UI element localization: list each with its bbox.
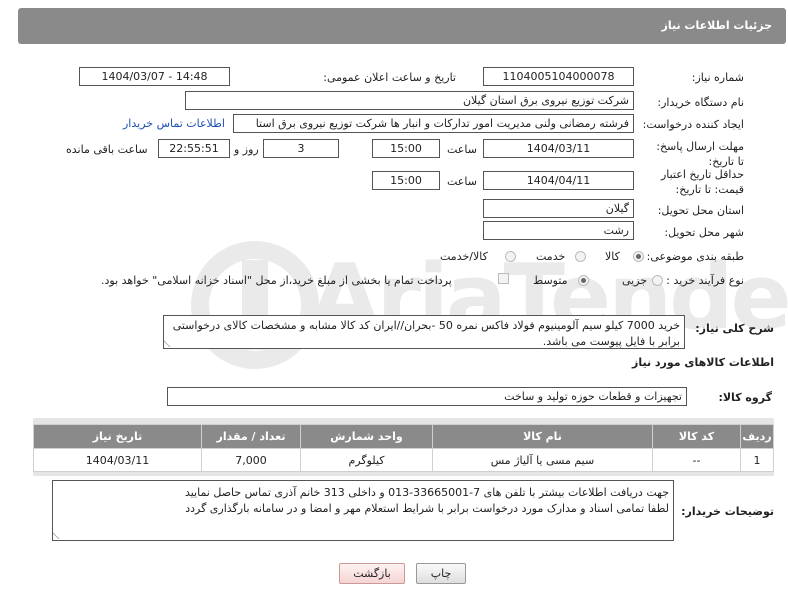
col-header-need-date: تاریخ نیاز	[33, 424, 202, 449]
remaining-time-field: 22:55:51	[158, 139, 230, 158]
need-number-field: 1104005104000078	[483, 67, 634, 86]
province-field: گیلان	[483, 199, 634, 218]
reply-time-field: 15:00	[372, 139, 440, 158]
buyer-notes-line-1: جهت دریافت اطلاعات بیشتر با تلفن های 7-3…	[184, 486, 669, 499]
city-label: شهر محل تحویل:	[664, 226, 744, 239]
goods-info-heading: اطلاعات کالاهای مورد نیاز	[632, 356, 774, 369]
category-goods-service-label: کالا/خدمت	[440, 250, 488, 263]
validity-time-field: 15:00	[372, 171, 440, 190]
validity-time-label: ساعت	[447, 175, 477, 188]
cell-goods-code: --	[652, 448, 741, 472]
treasury-payment-note: پرداخت تمام یا بخشی از مبلغ خرید،از محل …	[101, 274, 452, 287]
buyer-notes-textarea[interactable]: جهت دریافت اطلاعات بیشتر با تلفن های 7-3…	[52, 480, 674, 541]
process-medium-radio[interactable]	[578, 275, 589, 286]
category-goods-service-radio[interactable]	[505, 251, 516, 262]
validity-date-field: 1404/04/11	[483, 171, 634, 190]
cell-quantity: 7,000	[201, 448, 301, 472]
city-field: رشت	[483, 221, 634, 240]
process-medium-label: متوسط	[533, 274, 568, 287]
buyer-contact-link[interactable]: اطلاعات تماس خریدار	[123, 117, 225, 130]
print-button[interactable]: چاپ	[416, 563, 466, 584]
col-header-quantity: تعداد / مقدار	[201, 424, 301, 449]
cell-row-number: 1	[740, 448, 774, 472]
requester-field: فرشته رمضانی ولنی مدیریت امور تدارکات و …	[233, 114, 634, 133]
public-date-label: تاریخ و ساعت اعلان عمومی:	[323, 71, 456, 84]
watermark-logo-icon	[191, 241, 319, 369]
process-type-label: نوع فرآیند خرید :	[666, 274, 744, 287]
description-textarea[interactable]: خرید 7000 کیلو سیم آلومینیوم فولاد فاکس …	[163, 315, 685, 349]
back-button[interactable]: بازگشت	[339, 563, 405, 584]
days-remaining-field: 3	[263, 139, 339, 158]
cell-goods-name: سیم مسی یا آلیاژ مس	[432, 448, 653, 472]
need-number-label: شماره نیاز:	[691, 71, 744, 84]
page-header: جزئیات اطلاعات نیاز	[18, 8, 786, 44]
table-row[interactable]: 1 -- سیم مسی یا آلیاژ مس کیلوگرم 7,000 1…	[33, 448, 774, 472]
cell-unit: کیلوگرم	[300, 448, 433, 472]
day-and-label: روز و	[234, 143, 259, 156]
category-goods-label: کالا	[605, 250, 620, 263]
treasury-payment-checkbox[interactable]	[498, 273, 509, 284]
requester-label: ایجاد کننده درخواست:	[642, 118, 744, 131]
province-label: استان محل تحویل:	[657, 204, 744, 217]
col-header-unit: واحد شمارش	[300, 424, 433, 449]
items-table-header-row: ردیف کد کالا نام کالا واحد شمارش تعداد /…	[33, 424, 774, 449]
goods-group-label: گروه کالا:	[718, 391, 772, 404]
goods-group-field: تجهیزات و قطعات حوزه تولید و ساخت	[167, 387, 687, 406]
process-minor-radio[interactable]	[652, 275, 663, 286]
col-header-row-number: ردیف	[740, 424, 774, 449]
resize-grip-icon[interactable]	[53, 532, 66, 539]
description-line-1: خرید 7000 کیلو سیم آلومینیوم فولاد فاکس …	[172, 319, 680, 332]
reply-time-label: ساعت	[447, 143, 477, 156]
cell-need-date: 1404/03/11	[33, 448, 202, 472]
buyer-notes-line-2: لطفا تمامی اسناد و مدارک مورد درخواست بر…	[185, 502, 669, 515]
page-title: جزئیات اطلاعات نیاز	[661, 19, 773, 32]
buyer-org-label: نام دستگاه خریدار:	[657, 96, 744, 109]
col-header-goods-name: نام کالا	[432, 424, 653, 449]
process-minor-label: جزیی	[622, 274, 648, 287]
buyer-notes-label: توضیحات خریدار:	[681, 505, 774, 518]
col-header-goods-code: کد کالا	[652, 424, 741, 449]
category-service-radio[interactable]	[575, 251, 586, 262]
category-service-label: خدمت	[536, 250, 566, 263]
price-validity-label: حداقل تاریخ اعتبار قیمت: تا تاریخ:	[660, 168, 744, 196]
items-table: ردیف کد کالا نام کالا واحد شمارش تعداد /…	[33, 424, 774, 472]
reply-deadline-label: مهلت ارسال پاسخ: تا تاریخ:	[656, 140, 744, 168]
hours-left-label: ساعت باقی مانده	[66, 143, 148, 156]
reply-date-field: 1404/03/11	[483, 139, 634, 158]
buyer-org-field: شرکت توزیع نیروی برق استان گیلان	[185, 91, 634, 110]
category-label: طبقه بندی موضوعی:	[646, 250, 744, 263]
description-line-2: برابر با فایل پیوست می باشد.	[542, 335, 680, 348]
public-datetime-field: 1404/03/07 - 14:48	[79, 67, 230, 86]
category-goods-radio[interactable]	[633, 251, 644, 262]
description-label: شرح کلی نیاز:	[695, 322, 774, 335]
